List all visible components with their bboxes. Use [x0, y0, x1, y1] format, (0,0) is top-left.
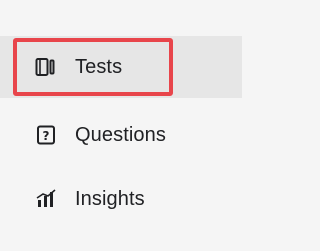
- insights-icon: [34, 187, 58, 211]
- questions-icon: ?: [34, 123, 58, 147]
- sidebar-item-questions[interactable]: ? Questions: [0, 104, 242, 166]
- svg-text:?: ?: [43, 129, 50, 143]
- sidebar-item-label: Questions: [75, 124, 166, 146]
- sidebar-item-label: Tests: [75, 56, 123, 78]
- sidebar-item-insights[interactable]: Insights: [0, 168, 242, 230]
- tests-icon: [34, 55, 58, 79]
- sidebar-item-tests[interactable]: Tests: [0, 36, 242, 98]
- sidebar: Tests ? Questions Insights: [0, 0, 242, 251]
- sidebar-item-label: Insights: [75, 188, 145, 210]
